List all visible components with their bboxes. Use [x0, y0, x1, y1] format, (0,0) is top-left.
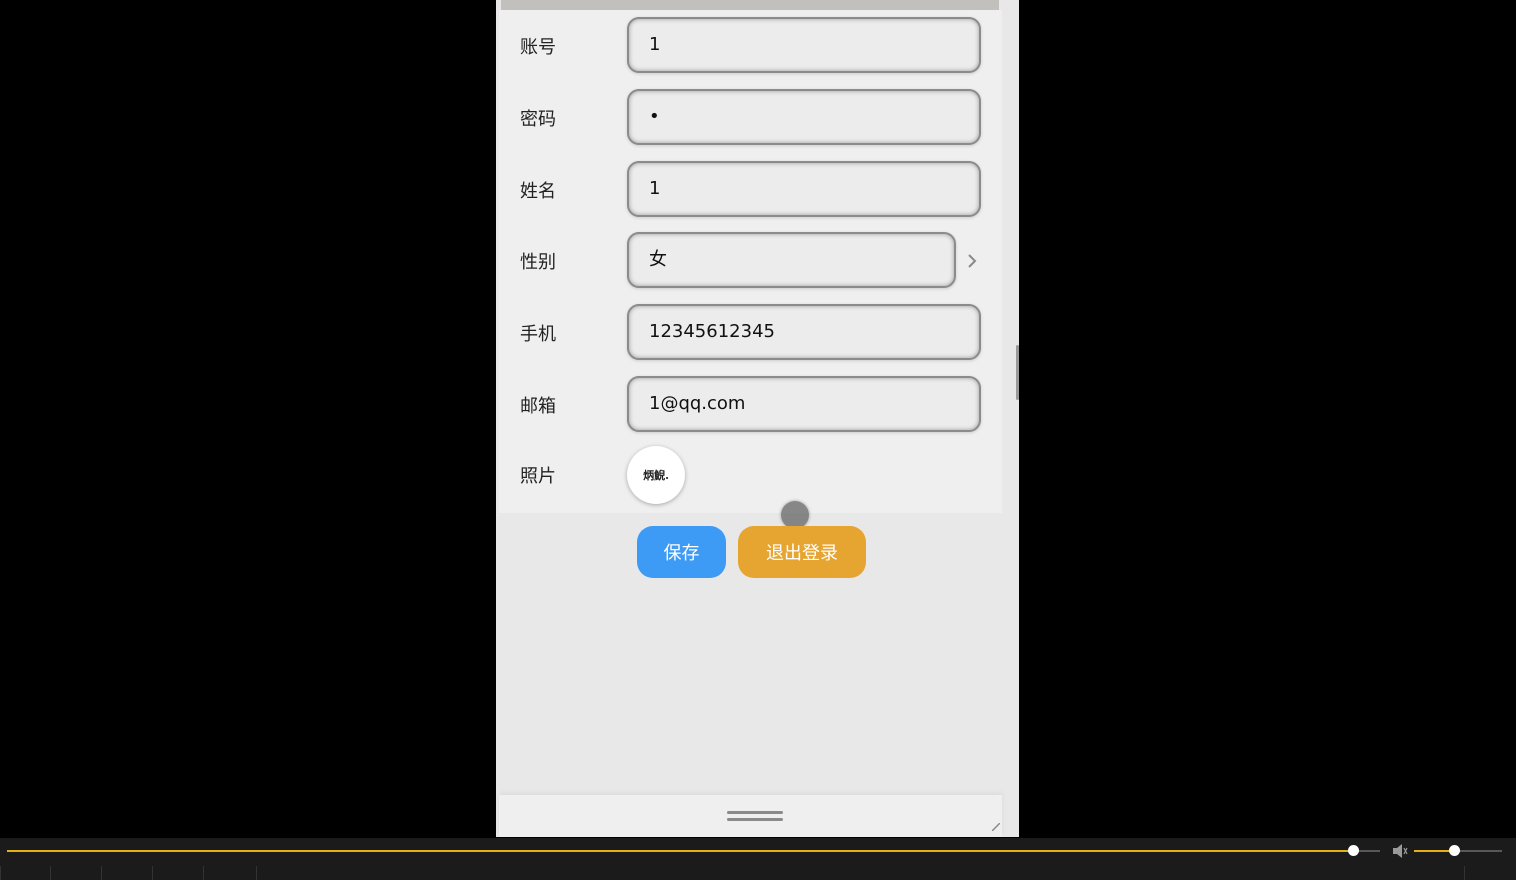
volume-level	[1414, 850, 1454, 852]
top-bar	[501, 0, 999, 10]
phone-label: 手机	[520, 324, 556, 345]
volume-icon[interactable]	[1391, 843, 1409, 859]
email-row: 邮箱 1@qq.com	[499, 376, 1002, 434]
save-button[interactable]: 保存	[637, 526, 726, 578]
gender-select[interactable]: 女	[627, 232, 956, 288]
player-button-3[interactable]	[101, 866, 153, 880]
player-button-4[interactable]	[152, 866, 204, 880]
window-scrollbar[interactable]	[1016, 345, 1019, 400]
chevron-right-icon[interactable]	[965, 254, 979, 268]
account-input[interactable]: 1	[627, 17, 981, 73]
seek-progress	[7, 850, 1353, 852]
email-label: 邮箱	[520, 396, 556, 417]
password-row: 密码 •	[499, 89, 1002, 147]
touch-indicator	[781, 501, 809, 529]
name-label: 姓名	[520, 181, 556, 202]
name-input[interactable]: 1	[627, 161, 981, 217]
photo-signature: 炳鯢.	[643, 469, 669, 482]
player-button-strip	[0, 866, 1516, 880]
resize-grip-icon[interactable]	[992, 823, 1000, 831]
media-player-bar	[0, 838, 1516, 880]
photo-row: 照片 炳鯢.	[499, 446, 1002, 504]
photo-avatar[interactable]: 炳鯢.	[627, 446, 685, 504]
player-button-2[interactable]	[50, 866, 102, 880]
seek-knob[interactable]	[1347, 845, 1359, 856]
bottom-sheet	[499, 795, 1002, 837]
logout-button[interactable]: 退出登录	[738, 526, 866, 578]
gender-row: 性别 女	[499, 232, 1002, 290]
player-button-1[interactable]	[0, 866, 51, 880]
phone-input[interactable]: 12345612345	[627, 304, 981, 360]
password-label: 密码	[520, 109, 556, 130]
account-row: 账号 1	[499, 17, 1002, 75]
phone-screen: 账号 1 密码 • 姓名 1 性别 女 手机 12345612345 邮箱 1@…	[496, 0, 1019, 837]
account-label: 账号	[520, 37, 556, 58]
drag-handle-bottom[interactable]	[727, 818, 783, 821]
profile-form: 账号 1 密码 • 姓名 1 性别 女 手机 12345612345 邮箱 1@…	[499, 10, 1002, 513]
gender-label: 性别	[520, 252, 556, 273]
volume-slider[interactable]	[1414, 845, 1502, 856]
password-input[interactable]: •	[627, 89, 981, 145]
photo-label: 照片	[520, 466, 556, 487]
drag-handle-top[interactable]	[727, 811, 783, 814]
name-row: 姓名 1	[499, 161, 1002, 219]
phone-row: 手机 12345612345	[499, 304, 1002, 362]
seek-bar[interactable]	[7, 845, 1380, 856]
volume-knob[interactable]	[1448, 845, 1460, 856]
player-button-6[interactable]	[1464, 866, 1516, 880]
player-button-5[interactable]	[203, 866, 257, 880]
email-input[interactable]: 1@qq.com	[627, 376, 981, 432]
